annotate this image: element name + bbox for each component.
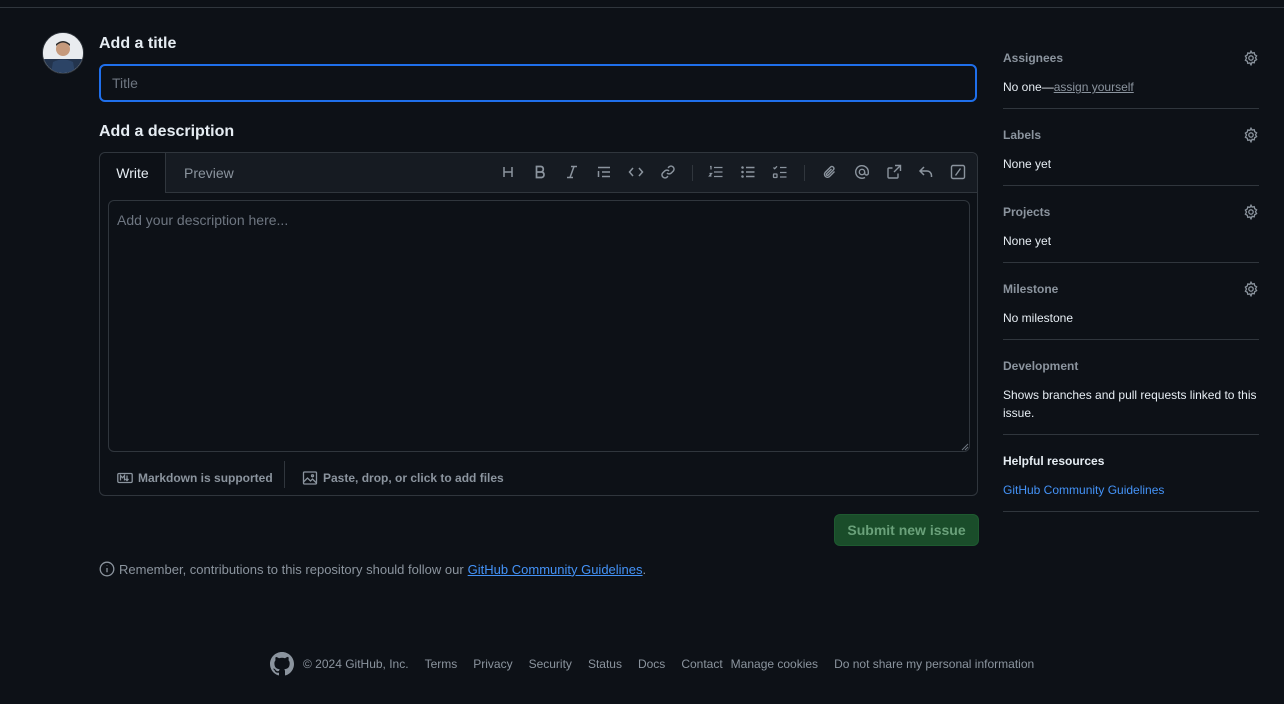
helpful-resources-section: Helpful resources GitHub Community Guide… bbox=[1003, 454, 1259, 499]
unordered-list-icon[interactable] bbox=[740, 164, 758, 182]
community-guidelines-link[interactable]: GitHub Community Guidelines bbox=[468, 562, 643, 577]
markdown-icon bbox=[117, 472, 133, 484]
link-icon[interactable] bbox=[660, 164, 678, 182]
development-value: Shows branches and pull requests linked … bbox=[1003, 388, 1257, 420]
code-icon[interactable] bbox=[628, 164, 646, 182]
footer-divider bbox=[284, 461, 285, 488]
markdown-label: Markdown is supported bbox=[138, 471, 273, 485]
header-divider bbox=[0, 7, 1284, 8]
gear-icon[interactable] bbox=[1243, 50, 1259, 66]
notice-period: . bbox=[642, 561, 647, 577]
sidebar-divider bbox=[1003, 185, 1259, 186]
development-heading: Development bbox=[1003, 359, 1079, 373]
assignees-heading: Assignees bbox=[1003, 51, 1064, 65]
reference-icon[interactable] bbox=[886, 164, 904, 182]
editor-footer: Markdown is supported Paste, drop, or cl… bbox=[100, 460, 977, 496]
milestone-heading: Milestone bbox=[1003, 282, 1059, 296]
tab-write[interactable]: Write bbox=[100, 153, 166, 193]
attach-files-button[interactable]: Paste, drop, or click to add files bbox=[302, 468, 504, 488]
footer-link-terms[interactable]: Terms bbox=[425, 657, 458, 671]
footer-link-status[interactable]: Status bbox=[588, 657, 622, 671]
copyright: © 2024 GitHub, Inc. bbox=[303, 657, 409, 671]
gear-icon[interactable] bbox=[1243, 204, 1259, 220]
projects-section: Projects None yet bbox=[1003, 204, 1259, 250]
avatar[interactable] bbox=[42, 32, 84, 74]
attach-files-label: Paste, drop, or click to add files bbox=[323, 471, 504, 485]
sidebar-divider bbox=[1003, 511, 1259, 512]
toolbar-divider bbox=[692, 165, 693, 181]
title-heading: Add a title bbox=[99, 35, 177, 52]
resize-grip-icon[interactable] bbox=[959, 441, 969, 451]
assign-yourself-link[interactable]: assign yourself bbox=[1054, 80, 1134, 94]
heading-icon[interactable] bbox=[500, 164, 518, 182]
gear-icon[interactable] bbox=[1243, 281, 1259, 297]
footer-link-do-not-share[interactable]: Do not share my personal information bbox=[834, 657, 1034, 671]
labels-section: Labels None yet bbox=[1003, 127, 1259, 173]
image-icon bbox=[302, 471, 318, 485]
description-textarea[interactable] bbox=[108, 200, 970, 452]
milestone-section: Milestone No milestone bbox=[1003, 281, 1259, 327]
description-heading: Add a description bbox=[99, 123, 235, 140]
toolbar-divider bbox=[804, 165, 805, 181]
editor-toolbar: Write Preview bbox=[100, 153, 977, 193]
footer-link-contact[interactable]: Contact bbox=[681, 657, 722, 671]
resources-list: GitHub Community Guidelines bbox=[1003, 481, 1259, 499]
helpful-resources-heading: Helpful resources bbox=[1003, 454, 1105, 468]
milestone-value: No milestone bbox=[1003, 311, 1074, 325]
github-logo-icon[interactable] bbox=[270, 652, 294, 676]
sidebar-divider bbox=[1003, 262, 1259, 263]
notice-text: Remember, contributions to this reposito… bbox=[119, 561, 464, 577]
projects-value: None yet bbox=[1003, 234, 1052, 248]
labels-heading: Labels bbox=[1003, 128, 1042, 142]
sidebar-divider bbox=[1003, 339, 1259, 340]
info-icon bbox=[99, 561, 115, 577]
italic-icon[interactable] bbox=[564, 164, 582, 182]
user-avatar-icon bbox=[43, 33, 83, 73]
footer-link-security[interactable]: Security bbox=[529, 657, 572, 671]
bold-icon[interactable] bbox=[532, 164, 550, 182]
footer-link-manage-cookies[interactable]: Manage cookies bbox=[731, 657, 818, 671]
sidebar-divider bbox=[1003, 108, 1259, 109]
development-section: Development Shows branches and pull requ… bbox=[1003, 359, 1259, 422]
contribution-notice: Remember, contributions to this reposito… bbox=[99, 561, 646, 577]
assignees-value: No one—assign yourself bbox=[1003, 78, 1259, 96]
task-list-icon[interactable] bbox=[772, 164, 790, 182]
ordered-list-icon[interactable] bbox=[708, 164, 726, 182]
description-editor: Write Preview Add your description here.… bbox=[99, 152, 978, 496]
community-guidelines-sidebar-link[interactable]: GitHub Community Guidelines bbox=[1003, 483, 1164, 497]
slash-icon[interactable] bbox=[950, 164, 968, 182]
assignees-section: Assignees No one—assign yourself bbox=[1003, 50, 1259, 96]
attach-icon[interactable] bbox=[822, 164, 840, 182]
tab-preview[interactable]: Preview bbox=[184, 153, 234, 192]
assignees-none: No one— bbox=[1003, 80, 1054, 94]
reply-icon[interactable] bbox=[918, 164, 936, 182]
title-input[interactable] bbox=[99, 64, 977, 102]
markdown-supported-link[interactable]: Markdown is supported bbox=[117, 468, 273, 488]
footer-link-docs[interactable]: Docs bbox=[638, 657, 665, 671]
footer-link-privacy[interactable]: Privacy bbox=[473, 657, 512, 671]
submit-new-issue-button[interactable]: Submit new issue bbox=[834, 514, 979, 546]
labels-value: None yet bbox=[1003, 157, 1052, 171]
mention-icon[interactable] bbox=[854, 164, 872, 182]
sidebar-divider bbox=[1003, 434, 1259, 435]
gear-icon[interactable] bbox=[1243, 127, 1259, 143]
quote-icon[interactable] bbox=[596, 164, 614, 182]
projects-heading: Projects bbox=[1003, 205, 1051, 219]
page-footer: © 2024 GitHub, Inc. Terms Privacy Securi… bbox=[270, 652, 1034, 676]
